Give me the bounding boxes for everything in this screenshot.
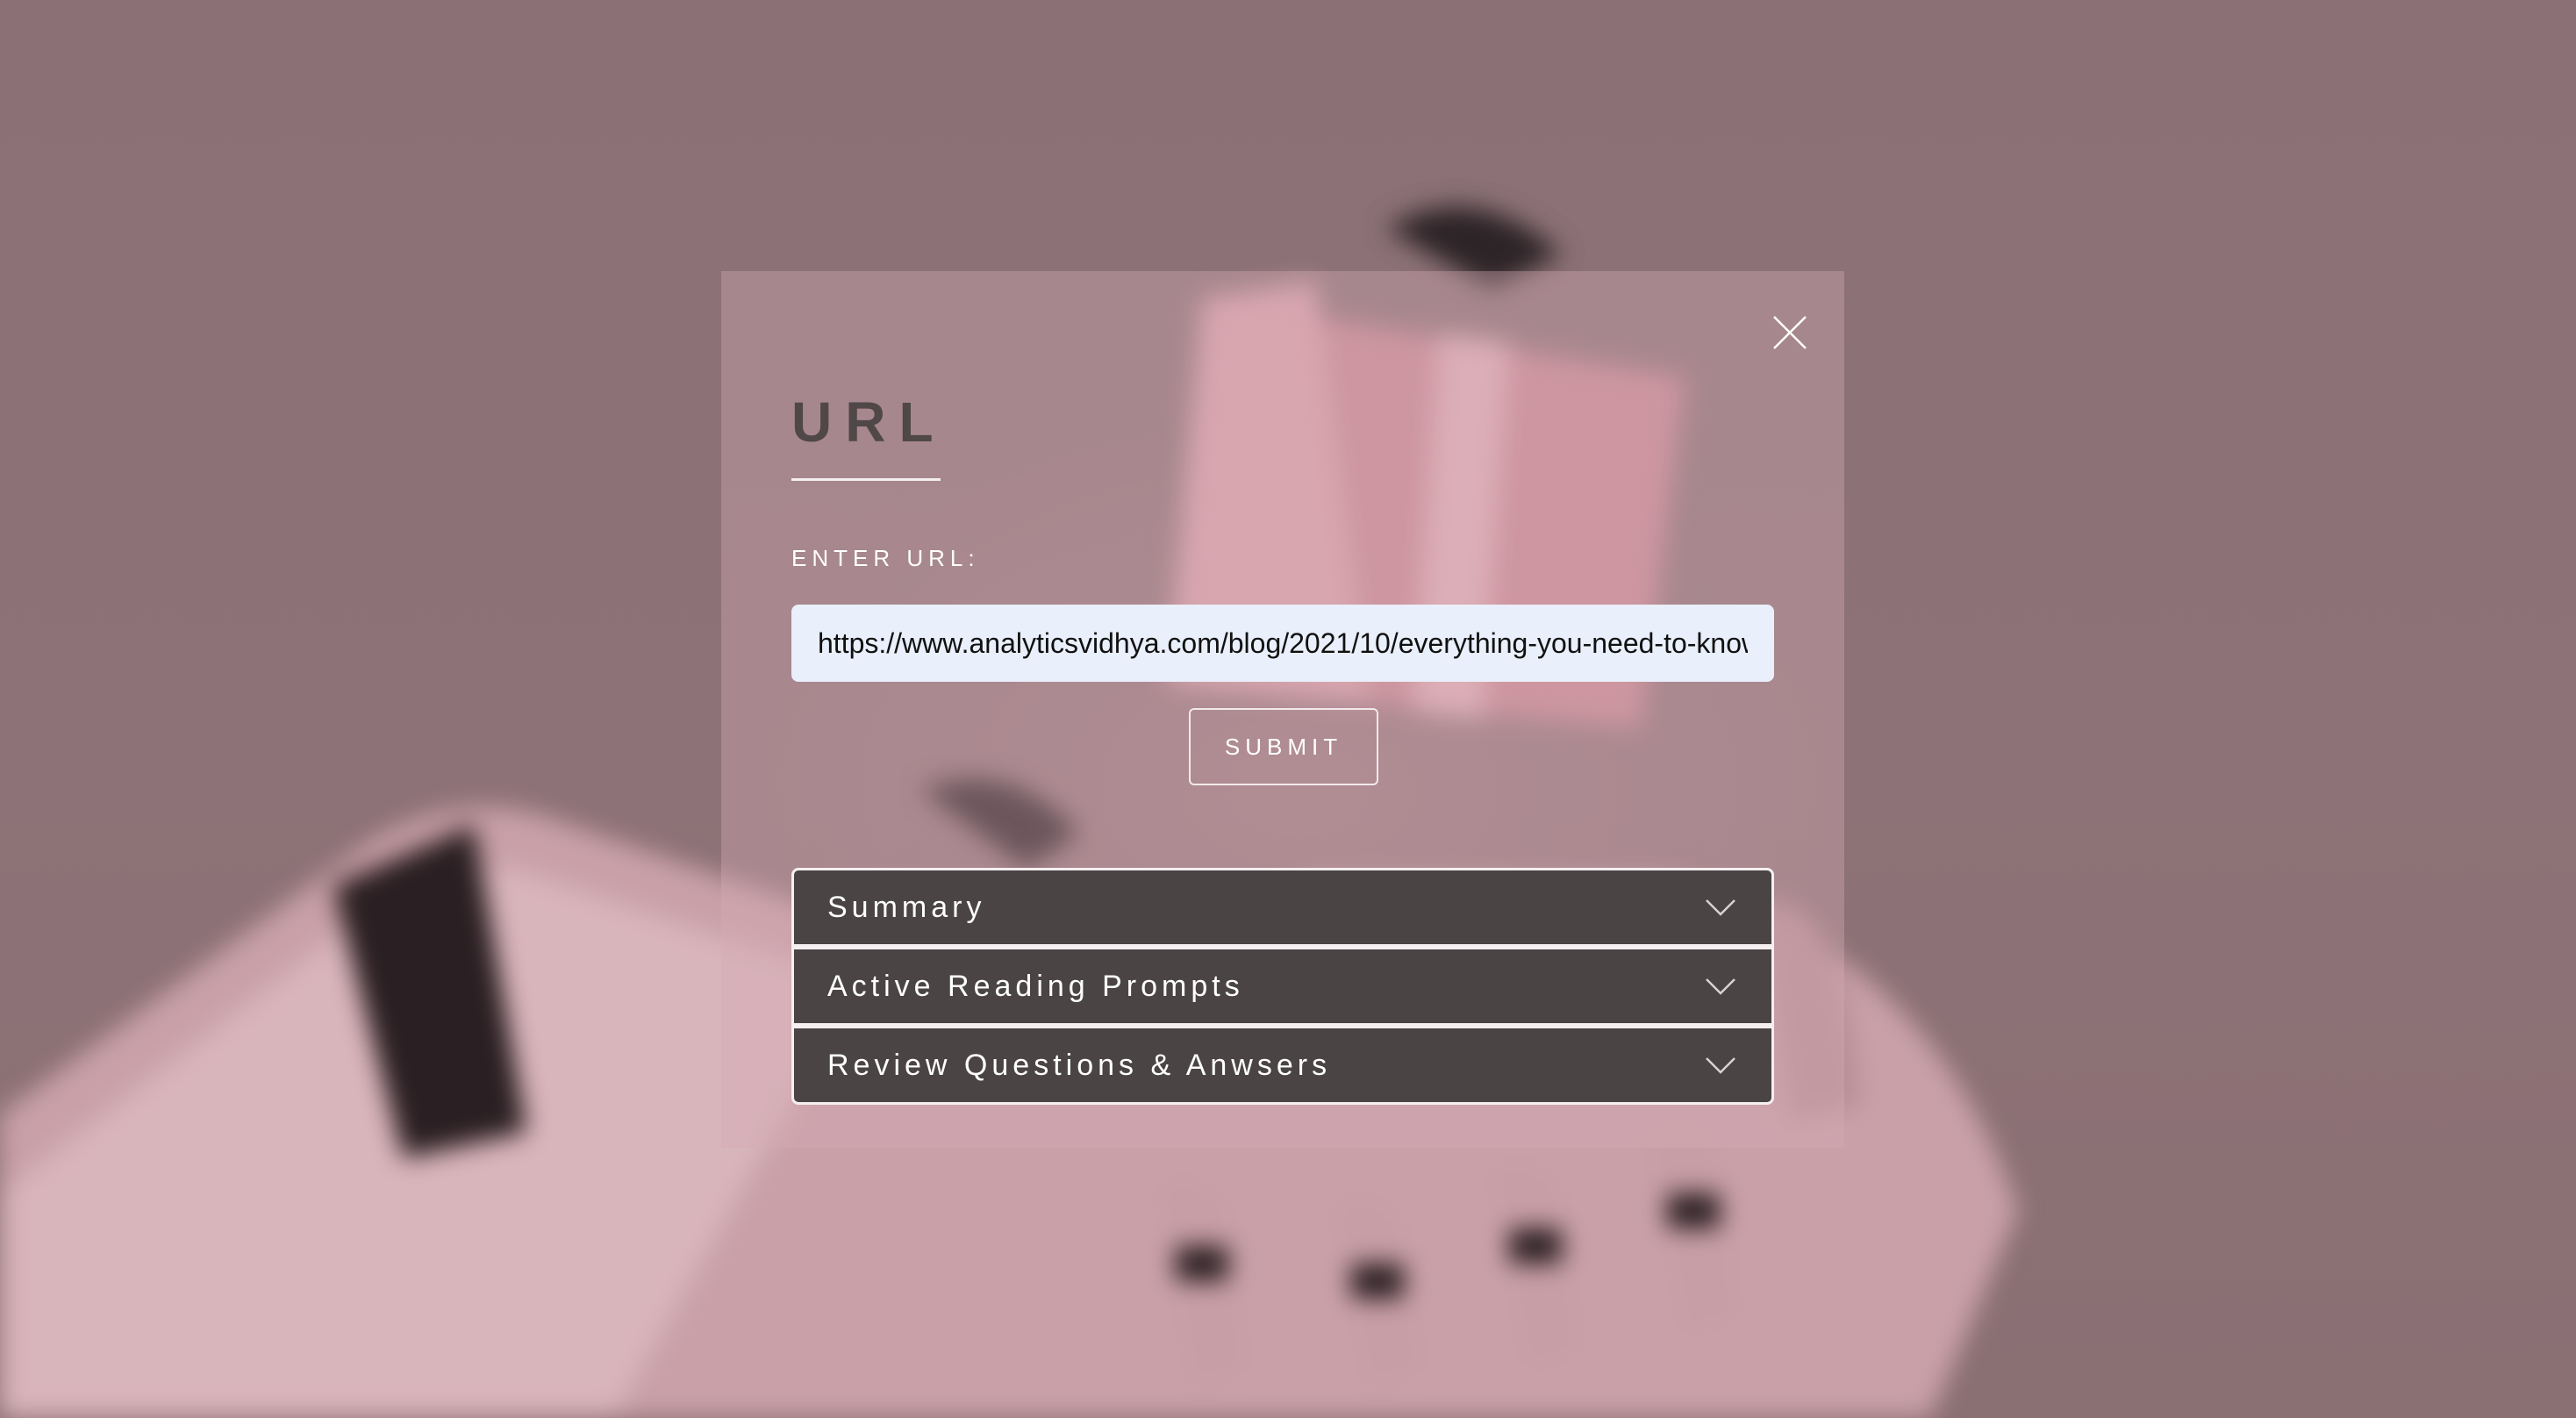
- url-field-label: ENTER URL:: [791, 545, 980, 571]
- submit-button[interactable]: SUBMIT: [1189, 708, 1378, 785]
- accordion-item-review-questions[interactable]: Review Questions & Anwsers: [791, 1026, 1774, 1105]
- chevron-down-icon: [1706, 899, 1735, 916]
- results-accordion: Summary Active Reading Prompts Review Qu…: [791, 868, 1774, 1105]
- accordion-item-label: Active Reading Prompts: [827, 970, 1244, 1003]
- close-icon: [1773, 316, 1807, 349]
- close-button[interactable]: [1771, 313, 1809, 352]
- url-input[interactable]: [791, 605, 1774, 682]
- accordion-item-label: Review Questions & Anwsers: [827, 1049, 1332, 1082]
- chevron-down-icon: [1706, 978, 1735, 995]
- accordion-item-label: Summary: [827, 891, 986, 924]
- accordion-item-summary[interactable]: Summary: [791, 868, 1774, 947]
- chevron-down-icon: [1706, 1057, 1735, 1074]
- accordion-item-active-reading-prompts[interactable]: Active Reading Prompts: [791, 947, 1774, 1026]
- title-underline: [791, 478, 941, 481]
- modal-title: URL: [791, 390, 947, 454]
- url-modal: URL ENTER URL: SUBMIT Summary Active Rea…: [721, 271, 1844, 1148]
